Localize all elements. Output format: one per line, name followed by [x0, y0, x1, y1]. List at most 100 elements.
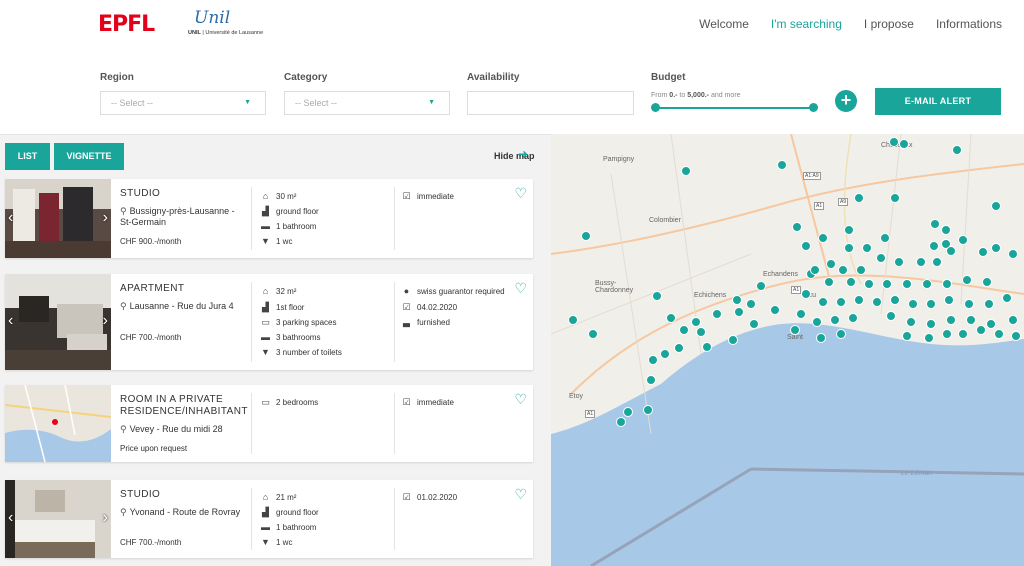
map-marker[interactable] — [876, 253, 886, 263]
budget-slider-min-handle[interactable] — [651, 103, 660, 112]
map-marker[interactable] — [899, 139, 909, 149]
list-view-button[interactable]: LIST — [5, 143, 50, 170]
map-marker[interactable] — [581, 231, 591, 241]
map-marker[interactable] — [902, 331, 912, 341]
nav-welcome[interactable]: Welcome — [699, 17, 749, 31]
map-marker[interactable] — [646, 375, 656, 385]
map-marker[interactable] — [978, 247, 988, 257]
map-marker[interactable] — [886, 311, 896, 321]
map-marker[interactable] — [836, 329, 846, 339]
map-marker[interactable] — [588, 329, 598, 339]
map-marker[interactable] — [984, 299, 994, 309]
map-marker[interactable] — [770, 305, 780, 315]
map-marker[interactable] — [976, 325, 986, 335]
map-marker[interactable] — [792, 222, 802, 232]
email-alert-button[interactable]: E-MAIL ALERT — [875, 88, 1001, 115]
map-marker[interactable] — [958, 235, 968, 245]
map-marker[interactable] — [856, 265, 866, 275]
map-marker[interactable] — [623, 407, 633, 417]
map-marker[interactable] — [944, 295, 954, 305]
map-marker[interactable] — [681, 166, 691, 176]
map-marker[interactable] — [838, 265, 848, 275]
vignette-view-button[interactable]: VIGNETTE — [54, 143, 124, 170]
map-marker[interactable] — [666, 313, 676, 323]
map-marker[interactable] — [777, 160, 787, 170]
listing-card[interactable]: ‹ › STUDIO ⚲ Bussigny-près-Lausanne - St-… — [5, 179, 533, 258]
map-marker[interactable] — [946, 246, 956, 256]
chevron-right-icon[interactable]: › — [103, 509, 108, 527]
map-marker[interactable] — [982, 277, 992, 287]
unil-logo[interactable]: Unil UNIL | Université de Lausanne — [188, 8, 263, 36]
map-marker[interactable] — [922, 279, 932, 289]
map-marker[interactable] — [902, 279, 912, 289]
listing-card[interactable]: ROOM IN A PRIVATE RESIDENCE/INHABITANT ⚲… — [5, 385, 533, 462]
map-marker[interactable] — [946, 315, 956, 325]
map-marker[interactable] — [926, 299, 936, 309]
map-marker[interactable] — [824, 277, 834, 287]
nav-propose[interactable]: I propose — [864, 17, 914, 31]
map-marker[interactable] — [964, 299, 974, 309]
map-marker[interactable] — [818, 297, 828, 307]
map-marker[interactable] — [746, 299, 756, 309]
map-marker[interactable] — [908, 299, 918, 309]
map-marker[interactable] — [872, 297, 882, 307]
map-marker[interactable] — [941, 225, 951, 235]
map-marker[interactable] — [674, 343, 684, 353]
map-marker[interactable] — [986, 319, 996, 329]
listing-photo[interactable]: ‹ › — [5, 480, 111, 558]
map-marker[interactable] — [962, 275, 972, 285]
map-marker[interactable] — [864, 279, 874, 289]
map-marker[interactable] — [862, 243, 872, 253]
map-marker[interactable] — [894, 257, 904, 267]
map-marker[interactable] — [1008, 315, 1018, 325]
category-select[interactable]: -- Select -- ▼ — [284, 91, 450, 115]
chevron-right-icon[interactable]: › — [103, 312, 108, 330]
nav-searching[interactable]: I'm searching — [771, 17, 842, 31]
map-marker[interactable] — [796, 309, 806, 319]
map-marker[interactable] — [810, 265, 820, 275]
arrow-right-icon[interactable]: ➜ — [518, 147, 528, 161]
map-marker[interactable] — [889, 137, 899, 147]
map-marker[interactable] — [679, 325, 689, 335]
map-marker[interactable] — [854, 193, 864, 203]
listing-photo[interactable]: ‹ › — [5, 274, 111, 370]
map-marker[interactable] — [712, 309, 722, 319]
availability-input[interactable] — [467, 91, 634, 115]
map-marker[interactable] — [882, 279, 892, 289]
map-marker[interactable] — [801, 289, 811, 299]
favorite-heart-icon[interactable]: ♡ — [514, 486, 527, 503]
add-filter-button[interactable]: + — [835, 90, 857, 112]
map-marker[interactable] — [801, 241, 811, 251]
map-marker[interactable] — [818, 233, 828, 243]
region-select[interactable]: -- Select -- ▼ — [100, 91, 266, 115]
map-marker[interactable] — [991, 243, 1001, 253]
favorite-heart-icon[interactable]: ♡ — [514, 185, 527, 202]
map-marker[interactable] — [942, 329, 952, 339]
map-marker[interactable] — [932, 257, 942, 267]
map-marker[interactable] — [846, 277, 856, 287]
chevron-left-icon[interactable]: ‹ — [8, 312, 13, 330]
listing-card[interactable]: ‹ › APARTMENT ⚲ Lausanne - Rue du Jura 4 … — [5, 274, 533, 370]
map-marker[interactable] — [749, 319, 759, 329]
map-marker[interactable] — [812, 317, 822, 327]
map-marker[interactable] — [826, 259, 836, 269]
map-marker[interactable] — [830, 315, 840, 325]
map-marker[interactable] — [836, 297, 846, 307]
map-marker[interactable] — [958, 329, 968, 339]
map-marker[interactable] — [660, 349, 670, 359]
chevron-left-icon[interactable]: ‹ — [8, 509, 13, 527]
listing-card[interactable]: ‹ › STUDIO ⚲ Yvonand - Route de Rovray CH… — [5, 480, 533, 558]
map-marker[interactable] — [942, 279, 952, 289]
epfl-logo[interactable]: EPFL — [98, 12, 155, 37]
map-marker[interactable] — [652, 291, 662, 301]
map-marker[interactable] — [916, 257, 926, 267]
map-marker[interactable] — [952, 145, 962, 155]
chevron-right-icon[interactable]: › — [103, 209, 108, 227]
map-marker[interactable] — [926, 319, 936, 329]
map-marker[interactable] — [816, 333, 826, 343]
listing-photo[interactable]: ‹ › — [5, 179, 111, 258]
map-marker[interactable] — [991, 201, 1001, 211]
map-marker[interactable] — [890, 193, 900, 203]
map-marker[interactable] — [1002, 293, 1012, 303]
map-marker[interactable] — [880, 233, 890, 243]
